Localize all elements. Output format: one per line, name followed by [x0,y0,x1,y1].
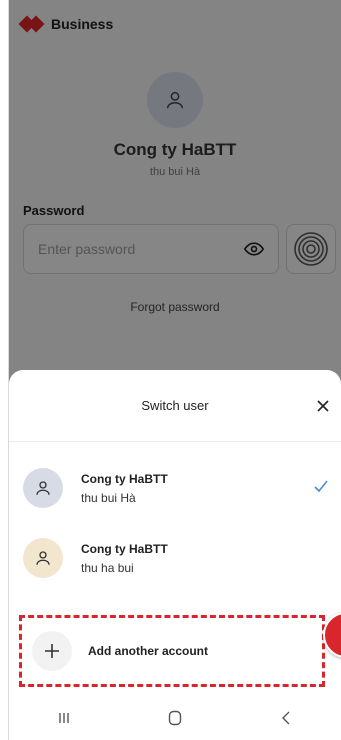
left-margin [0,0,9,740]
account-user: thu ha bui [81,560,134,575]
account-user: thu bui Hà [81,490,136,505]
recents-icon [59,713,70,723]
avatar [23,538,63,578]
plus-icon [45,644,59,658]
add-account-label: Add another account [88,644,209,658]
sheet-title: Switch user [141,398,209,413]
screen: Business Cong ty HaBTT thu bui Hà Passwo… [0,0,341,740]
back-icon [281,711,290,725]
user-icon [36,551,50,565]
add-account-button[interactable]: Add another account [19,615,325,687]
close-icon [317,400,329,412]
account-item-2[interactable]: Cong ty HaBTT thu ha bui [9,526,341,590]
back-button[interactable] [266,698,306,738]
check-icon [314,480,328,493]
account-info: Cong ty HaBTT thu ha bui [81,542,168,575]
close-button[interactable] [311,394,335,418]
home-button[interactable] [155,698,195,738]
recents-button[interactable] [44,698,84,738]
account-info: Cong ty HaBTT thu bui Hà [81,472,168,505]
system-nav-bar [9,696,341,740]
sheet-header: Switch user [9,370,341,442]
account-company: Cong ty HaBTT [81,471,168,486]
home-icon [168,710,182,726]
user-icon [36,481,50,495]
avatar [23,468,63,508]
account-company: Cong ty HaBTT [81,541,168,556]
account-item-1[interactable]: Cong ty HaBTT thu bui Hà [9,456,341,520]
switch-user-sheet: Switch user Cong ty HaBTT thu bui Hà Con… [9,370,341,740]
add-icon-circle [32,631,72,671]
